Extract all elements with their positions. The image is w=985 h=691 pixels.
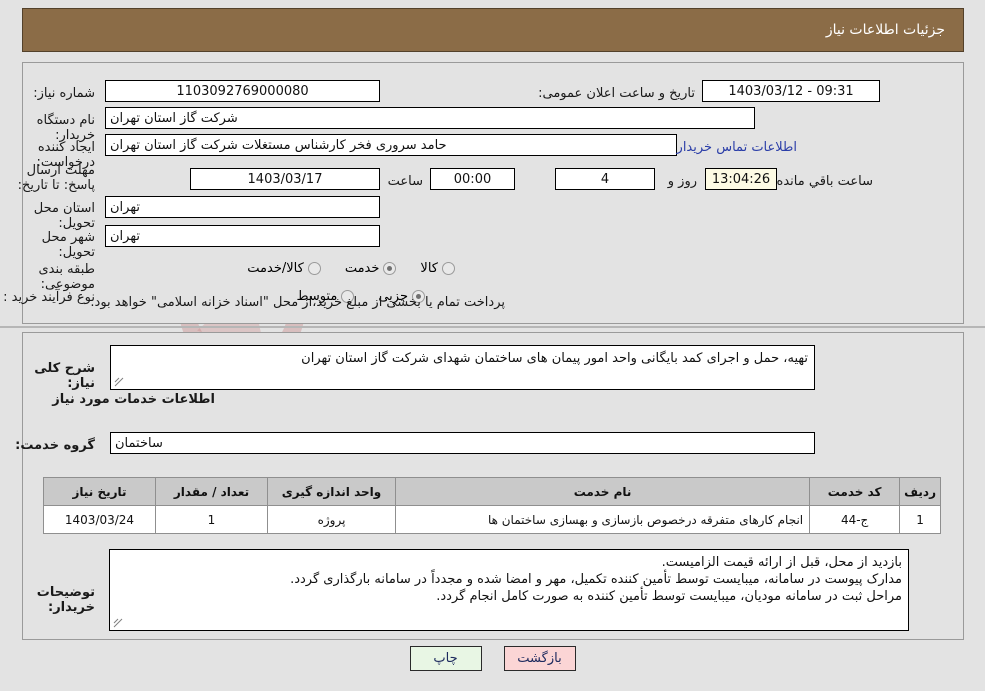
description-value: تهیه، حمل و اجرای کمد بایگانی واحد امور …: [301, 351, 808, 366]
deadline-date: 1403/03/17: [190, 168, 380, 190]
countdown-timer: 13:04:26: [705, 168, 777, 190]
table-column-header: تاریخ نیاز: [43, 477, 156, 506]
buyer-org-label: نام دستگاه خریدار:: [36, 113, 95, 143]
need-number-label: شماره نیاز:: [33, 86, 95, 101]
countdown-suffix-label: ساعت باقي مانده: [776, 174, 873, 189]
section-divider: [0, 326, 985, 328]
category-radio-icon[interactable]: [442, 262, 455, 275]
days-word-label: روز و: [667, 174, 697, 189]
resize-grip-icon[interactable]: [114, 377, 124, 387]
announce-label: تاریخ و ساعت اعلان عمومی:: [538, 86, 695, 101]
action-button-bar: بازگشت چاپ: [0, 646, 985, 671]
table-header-row: ردیف کد خدمت نام خدمت واحد اندازه گیری تعداد…: [43, 477, 941, 506]
category-option-label: کالا: [420, 261, 438, 276]
description-label: شرح کلی نیاز:: [34, 361, 95, 391]
announce-value: 09:31 - 1403/03/12: [702, 80, 880, 102]
resize-grip-icon[interactable]: [113, 618, 123, 628]
category-option-label: کالا/خدمت: [247, 261, 304, 276]
table-cell-unit: پروژه: [267, 505, 396, 534]
service-group-label: گروه خدمت:: [15, 438, 95, 453]
category-label: طبقه بندی موضوعی:: [38, 262, 96, 292]
creator-value: حامد سروری فخر کارشناس مستغلات شرکت گاز …: [105, 134, 677, 156]
back-button[interactable]: بازگشت: [503, 646, 576, 671]
table-cell-date: 1403/03/24: [43, 505, 156, 534]
province-value: تهران: [105, 196, 380, 218]
city-value: تهران: [105, 225, 380, 247]
buyer-org-value: شرکت گاز استان تهران: [105, 107, 755, 129]
table-cell-qty: 1: [155, 505, 268, 534]
table-cell-code: ج-44: [809, 505, 901, 534]
process-label: نوع فرآیند خرید :: [3, 290, 95, 305]
page-title: جزئیات اطلاعات نیاز: [22, 8, 964, 52]
description-textarea[interactable]: تهیه، حمل و اجرای کمد بایگانی واحد امور …: [110, 345, 815, 390]
category-option-label: خدمت: [344, 261, 380, 276]
province-label: استان محل تحویل:: [33, 201, 95, 231]
table-column-header: تعداد / مقدار: [155, 477, 268, 506]
category-radio-icon[interactable]: [307, 262, 321, 275]
deadline-hour-label: ساعت: [387, 174, 423, 189]
services-table: ردیف کد خدمت نام خدمت واحد اندازه گیری تعداد…: [43, 477, 941, 534]
services-heading: اطلاعات خدمات مورد نیاز: [52, 392, 215, 407]
table-column-header: نام خدمت: [394, 477, 811, 506]
buyer-notes-textarea[interactable]: بازدید از محل، قبل از ارائه قیمت الزامیس…: [109, 549, 909, 631]
page-root: AriaTender.net جزئیات اطلاعات نیاز شماره…: [0, 0, 985, 691]
table-column-header: واحد اندازه گیری: [267, 477, 396, 506]
category-radio-icon[interactable]: [383, 262, 397, 275]
table-column-header: کد خدمت: [809, 477, 901, 506]
payment-note: پرداخت تمام یا بخشی از مبلغ خرید،از محل …: [90, 295, 505, 310]
buyer-note-line: بازدید از محل، قبل از ارائه قیمت الزامیس…: [661, 555, 902, 570]
table-cell-name: انجام کارهای متفرقه درخصوص بازسازی و بهس…: [394, 505, 811, 534]
city-label: شهر محل تحویل:: [41, 230, 95, 260]
page-title-text: جزئیات اطلاعات نیاز: [825, 22, 945, 38]
table-row: 1 ج-44 انجام کارهای متفرقه درخصوص بازسازی …: [43, 505, 941, 534]
category-option-2[interactable]: کالا/خدمت: [247, 261, 321, 276]
buyer-contact-link[interactable]: اطلاعات تماس خریدار: [677, 140, 797, 155]
table-column-header: ردیف: [899, 477, 941, 506]
deadline-time: 00:00: [430, 168, 515, 190]
category-option-1[interactable]: خدمت: [345, 261, 397, 276]
buyer-note-line: مراحل ثبت در سامانه مودیان، میبایست توسط…: [436, 589, 902, 604]
deadline-label: مهلت ارسال پاسخ: تا تاریخ:: [17, 163, 95, 193]
table-cell-row: 1: [899, 505, 941, 534]
category-radio-group[interactable]: کالا خدمت کالا/خدمت: [229, 261, 455, 276]
category-option-0[interactable]: کالا: [420, 261, 455, 276]
need-number-value: 1103092769000080: [105, 80, 380, 102]
buyer-note-line: مدارک پیوست در سامانه، میبایست توسط تأمی…: [290, 572, 902, 587]
buyer-notes-label: توضیحات خریدار:: [36, 585, 95, 615]
service-group-value: ساختمان: [110, 432, 815, 454]
print-button[interactable]: چاپ: [409, 646, 482, 671]
days-left-value: 4: [555, 168, 655, 190]
